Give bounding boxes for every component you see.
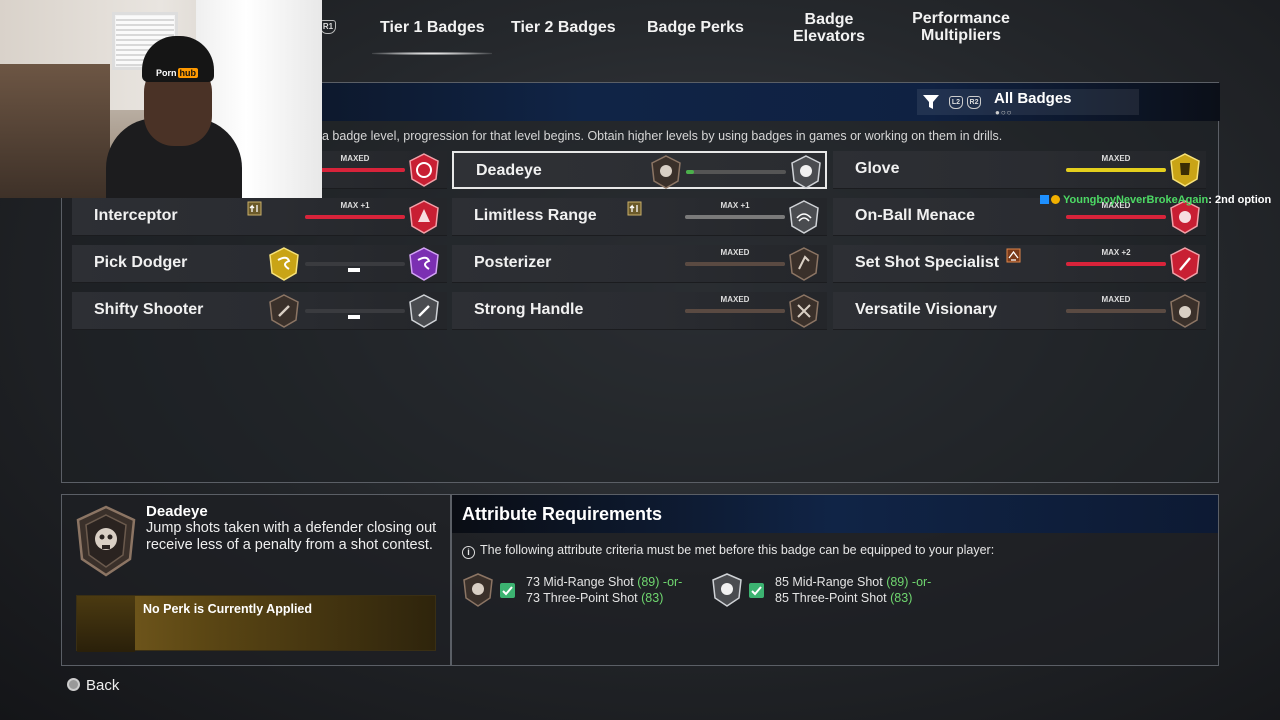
tab-badge-elevators[interactable]: Badge Elevators [786, 11, 872, 45]
badge-gold-icon [269, 247, 299, 281]
badge-hof-icon [409, 200, 439, 234]
badge-name: Set Shot Specialist [855, 254, 1000, 271]
tab-performance-multipliers[interactable]: Performance Multipliers [900, 10, 1022, 44]
attribute-requirements-panel: Attribute Requirements i The following at… [451, 494, 1219, 666]
badge-card-versatile-visionary[interactable]: Versatile Visionary MAXED [833, 292, 1206, 330]
filter-label[interactable]: All Badges [994, 90, 1072, 107]
badge-card-glove[interactable]: Glove MAXED [833, 151, 1206, 189]
perk-elevator-icon [1006, 248, 1021, 263]
perk-slot[interactable]: No Perk is Currently Applied [76, 595, 436, 652]
badge-name: Shifty Shooter [94, 301, 204, 318]
badge-bronze-icon [1170, 294, 1200, 328]
badge-status-tag: MAXED [720, 248, 750, 257]
tab-badge-perks[interactable]: Badge Perks [647, 19, 744, 36]
perk-elevator-icon [627, 201, 642, 216]
r1-button-icon: R1 [320, 20, 336, 34]
badge-name: Limitless Range [474, 207, 597, 224]
badge-status-tag: MAX +1 [720, 201, 750, 210]
badge-bronze-icon [651, 155, 681, 189]
badge-hof-icon [409, 153, 439, 187]
active-tab-indicator [372, 52, 492, 55]
requirement-line: 85 Mid-Range Shot (89) -or- [775, 575, 932, 589]
tab-tier2-badges[interactable]: Tier 2 Badges [511, 19, 616, 36]
page-dots: ●○○ [995, 108, 1013, 117]
requirement-line: 73 Three-Point Shot (83) [526, 591, 664, 605]
badge-status-tag: MAXED [1101, 295, 1131, 304]
badge-bronze-icon [789, 247, 819, 281]
badge-name: Strong Handle [474, 301, 584, 318]
checkmark-icon [500, 583, 515, 598]
requirement-line: 85 Three-Point Shot (83) [775, 591, 913, 605]
instructions-text: a badge level, progression for that leve… [322, 129, 1003, 143]
filter-icon[interactable] [922, 94, 940, 110]
badge-silver-icon [789, 200, 819, 234]
badge-status-tag: MAXED [720, 295, 750, 304]
badge-card-deadeye[interactable]: Deadeye [452, 151, 827, 189]
requirement-silver: 85 Mid-Range Shot (89) -or- 85 Three-Poi… [711, 573, 971, 609]
perk-status-text: No Perk is Currently Applied [143, 602, 313, 616]
perk-slot-icon [77, 596, 135, 652]
requirement-line: 73 Mid-Range Shot (89) -or- [526, 575, 683, 589]
badge-card-posterizer[interactable]: Posterizer MAXED [452, 245, 827, 283]
badge-bronze-icon [789, 294, 819, 328]
badge-name: Interceptor [94, 207, 178, 224]
badge-silver-icon [409, 294, 439, 328]
detail-title: Deadeye [146, 503, 208, 520]
r2-button-icon: R2 [967, 96, 981, 109]
badge-name: Posterizer [474, 254, 552, 271]
detail-description: Jump shots taken with a defender closing… [146, 520, 437, 553]
chat-overlay: YoungboyNeverBrokeAgain: 2nd option [1040, 194, 1271, 206]
badge-silver-icon [791, 155, 821, 189]
badge-card-set-shot-specialist[interactable]: Set Shot Specialist MAX +2 [833, 245, 1206, 283]
badge-card-strong-handle[interactable]: Strong Handle MAXED [452, 292, 827, 330]
chat-username: YoungboyNeverBrokeAgain [1063, 194, 1209, 206]
badge-hof-icon [1170, 247, 1200, 281]
badge-bronze-icon [269, 294, 299, 328]
badge-status-tag: MAX +1 [340, 201, 370, 210]
badge-card-shifty-shooter[interactable]: Shifty Shooter [72, 292, 447, 330]
badge-name: Versatile Visionary [855, 301, 998, 318]
webcam-overlay: Porn hub [0, 0, 322, 198]
requirement-bronze: 73 Mid-Range Shot (89) -or- 73 Three-Poi… [462, 573, 712, 609]
badge-name: On-Ball Menace [855, 207, 976, 224]
badge-name: Deadeye [476, 162, 542, 179]
beanie-logo: Porn hub [156, 68, 199, 78]
badge-status-tag: MAX +2 [1101, 248, 1131, 257]
badge-name: Glove [855, 160, 900, 177]
badge-card-limitless-range[interactable]: Limitless Range MAX +1 [452, 198, 827, 236]
badge-bronze-icon [463, 573, 493, 607]
sub-badge-icon [1051, 195, 1060, 204]
badge-status-tag: MAXED [1101, 154, 1131, 163]
prime-icon [1040, 195, 1049, 204]
progress-marker [348, 268, 360, 272]
l2-button-icon: L2 [949, 96, 963, 109]
badge-card-interceptor[interactable]: Interceptor MAX +1 [72, 198, 447, 236]
attr-info: i The following attribute criteria must b… [462, 543, 994, 559]
badge-name: Pick Dodger [94, 254, 188, 271]
info-icon: i [462, 546, 475, 559]
checkmark-icon [749, 583, 764, 598]
badge-legend-icon [409, 247, 439, 281]
badge-card-pick-dodger[interactable]: Pick Dodger [72, 245, 447, 283]
perk-elevator-icon [247, 201, 262, 216]
back-button[interactable]: Back [67, 677, 119, 694]
badge-silver-icon [712, 573, 742, 607]
chat-message: : 2nd option [1208, 194, 1272, 206]
attr-title: Attribute Requirements [462, 504, 663, 524]
circle-button-icon [67, 678, 80, 691]
badge-gold-icon [1170, 153, 1200, 187]
deadeye-badge-icon [76, 505, 136, 577]
progress-marker [348, 315, 360, 319]
badge-detail-panel: Deadeye Jump shots taken with a defender… [61, 494, 451, 666]
tab-tier1-badges[interactable]: Tier 1 Badges [380, 19, 485, 36]
